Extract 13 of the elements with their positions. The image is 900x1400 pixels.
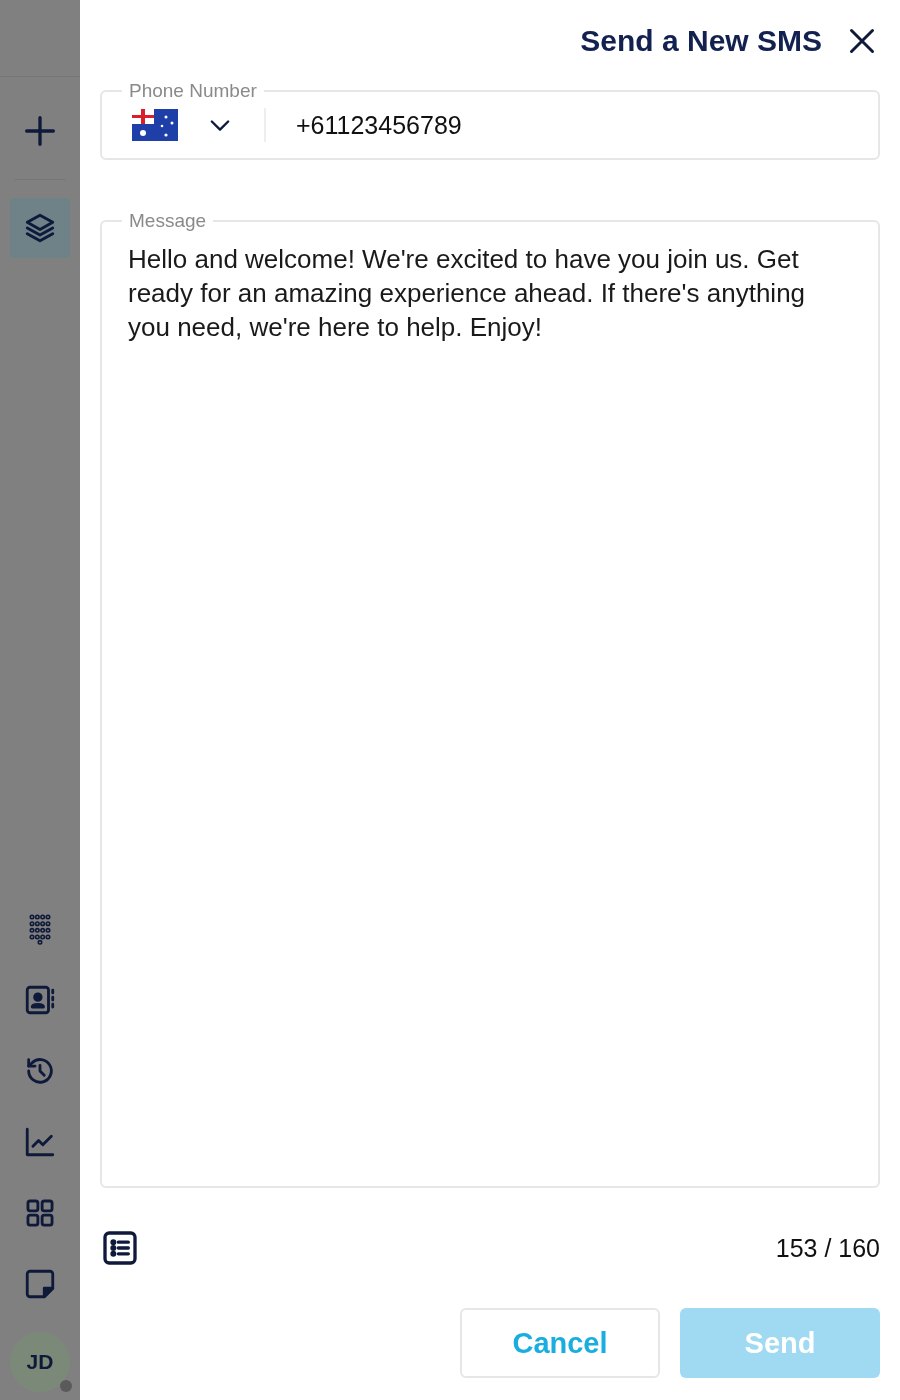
flag-icon: [132, 109, 178, 141]
phone-number-value: +61123456789: [296, 110, 462, 140]
template-button[interactable]: [100, 1228, 140, 1268]
sidebar-item[interactable]: [10, 198, 70, 258]
chart-icon: [23, 1125, 57, 1159]
list-icon: [100, 1228, 140, 1268]
character-counter: 153 / 160: [775, 1233, 880, 1263]
layers-icon: [23, 211, 57, 245]
user-avatar[interactable]: JD: [10, 1332, 70, 1392]
contacts-icon: [23, 983, 57, 1017]
dialog-title: Send a New SMS: [580, 24, 822, 58]
cancel-button[interactable]: Cancel: [460, 1308, 660, 1378]
note-icon: [23, 1267, 57, 1301]
